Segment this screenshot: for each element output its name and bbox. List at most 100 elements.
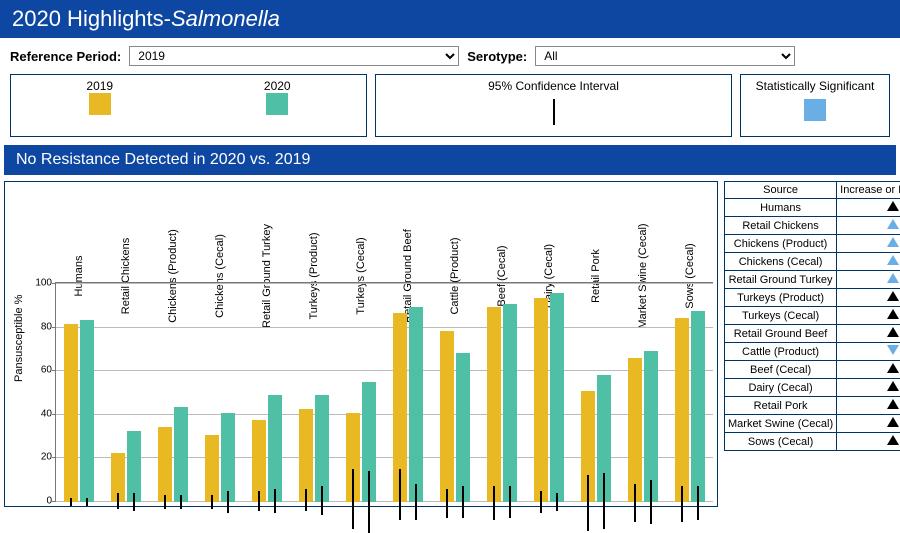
table-row: Chickens (Product) [725, 235, 900, 253]
bar-group [478, 282, 525, 502]
ci-whisker [227, 491, 229, 513]
ci-whisker [274, 489, 276, 513]
ci-whisker [415, 484, 417, 520]
category-labels: HumansRetail ChickensChickens (Product)C… [55, 186, 713, 282]
table-cell-direction [837, 415, 900, 433]
bar-group [337, 282, 384, 502]
triangle-up-icon [887, 219, 899, 229]
ci-mark-icon [553, 99, 555, 125]
table-cell-source: Chickens (Cecal) [725, 253, 837, 271]
bar-2019 [440, 331, 454, 502]
table-row: Retail Ground Beef [725, 325, 900, 343]
legend-2019-label: 2019 [86, 79, 113, 93]
bar-2019 [252, 420, 266, 502]
table-row: Turkeys (Product) [725, 289, 900, 307]
y-axis-label: Pansusceptible % [13, 295, 25, 382]
bar-2020 [644, 351, 658, 502]
triangle-up-icon [887, 309, 899, 319]
bar-2020 [127, 431, 141, 502]
table-cell-direction [837, 253, 900, 271]
ci-whisker [70, 498, 72, 507]
table-cell-direction [837, 307, 900, 325]
ci-whisker [211, 495, 213, 508]
table-header-direction: Increase or Decrease [837, 182, 900, 199]
ci-whisker [321, 486, 323, 515]
table-cell-direction [837, 397, 900, 415]
bar-2019 [581, 391, 595, 502]
bar-2020 [315, 395, 329, 502]
bar-2019 [346, 413, 360, 502]
bar-2019 [393, 313, 407, 502]
table-cell-source: Beef (Cecal) [725, 361, 837, 379]
legend-ci-label: 95% Confidence Interval [376, 79, 731, 93]
table-cell-source: Dairy (Cecal) [725, 379, 837, 397]
reference-period-select[interactable]: 2019 [129, 46, 459, 66]
ci-whisker [368, 471, 370, 533]
y-tick-label: 100 [35, 278, 52, 289]
table-cell-direction [837, 271, 900, 289]
triangle-up-icon [887, 363, 899, 373]
triangle-up-icon [887, 273, 899, 283]
legend-ci: 95% Confidence Interval [375, 74, 732, 137]
triangle-up-icon [887, 417, 899, 427]
table-cell-source: Sows (Cecal) [725, 433, 837, 451]
bar-2020 [597, 375, 611, 502]
ci-whisker [681, 486, 683, 522]
summary-table-panel: Source Increase or Decrease HumansRetail… [724, 181, 896, 507]
bar-group [55, 282, 102, 502]
table-cell-direction [837, 199, 900, 217]
table-cell-direction [837, 235, 900, 253]
triangle-up-icon [887, 255, 899, 265]
filter-controls: Reference Period: 2019 Serotype: All [0, 38, 900, 74]
swatch-sig [804, 99, 826, 121]
bar-group [290, 282, 337, 502]
ci-whisker [556, 493, 558, 511]
summary-table: Source Increase or Decrease HumansRetail… [724, 181, 900, 451]
chart-panel: Pansusceptible % HumansRetail ChickensCh… [4, 181, 718, 507]
bar-group [572, 282, 619, 502]
bar-group [196, 282, 243, 502]
ci-whisker [164, 495, 166, 508]
table-row: Turkeys (Cecal) [725, 307, 900, 325]
legend-years: 2019 2020 [10, 74, 367, 137]
y-tick-label: 0 [46, 496, 52, 507]
bar-group [619, 282, 666, 502]
reference-period-label: Reference Period: [10, 49, 121, 64]
table-cell-source: Retail Chickens [725, 217, 837, 235]
ci-whisker [133, 493, 135, 511]
table-cell-direction [837, 361, 900, 379]
triangle-up-icon [887, 237, 899, 247]
table-cell-source: Cattle (Product) [725, 343, 837, 361]
table-row: Retail Chickens [725, 217, 900, 235]
bar-2020 [268, 395, 282, 502]
triangle-up-icon [887, 399, 899, 409]
bar-2019 [111, 453, 125, 502]
ci-whisker [587, 475, 589, 531]
triangle-up-icon [887, 435, 899, 445]
serotype-label: Serotype: [467, 49, 527, 64]
table-cell-direction [837, 379, 900, 397]
legend-row: 2019 2020 95% Confidence Interval Statis… [0, 74, 900, 145]
triangle-down-icon [887, 345, 899, 355]
swatch-2020 [266, 93, 288, 115]
ci-whisker [540, 491, 542, 513]
ci-whisker [352, 469, 354, 529]
bar-2019 [205, 435, 219, 502]
serotype-select[interactable]: All [535, 46, 795, 66]
table-row: Chickens (Cecal) [725, 253, 900, 271]
legend-sig: Statistically Significant [740, 74, 890, 137]
table-row: Retail Pork [725, 397, 900, 415]
bar-group [431, 282, 478, 502]
ci-whisker [603, 473, 605, 529]
table-row: Humans [725, 199, 900, 217]
ci-whisker [399, 469, 401, 520]
table-cell-source: Turkeys (Product) [725, 289, 837, 307]
bar-2020 [456, 353, 470, 502]
ci-whisker [493, 486, 495, 519]
bar-2020 [691, 311, 705, 502]
banner-prefix: 2020 Highlights- [12, 6, 171, 31]
legend-sig-label: Statistically Significant [741, 79, 889, 93]
bar-2020 [503, 304, 517, 502]
bar-group [102, 282, 149, 502]
bar-2020 [362, 382, 376, 502]
